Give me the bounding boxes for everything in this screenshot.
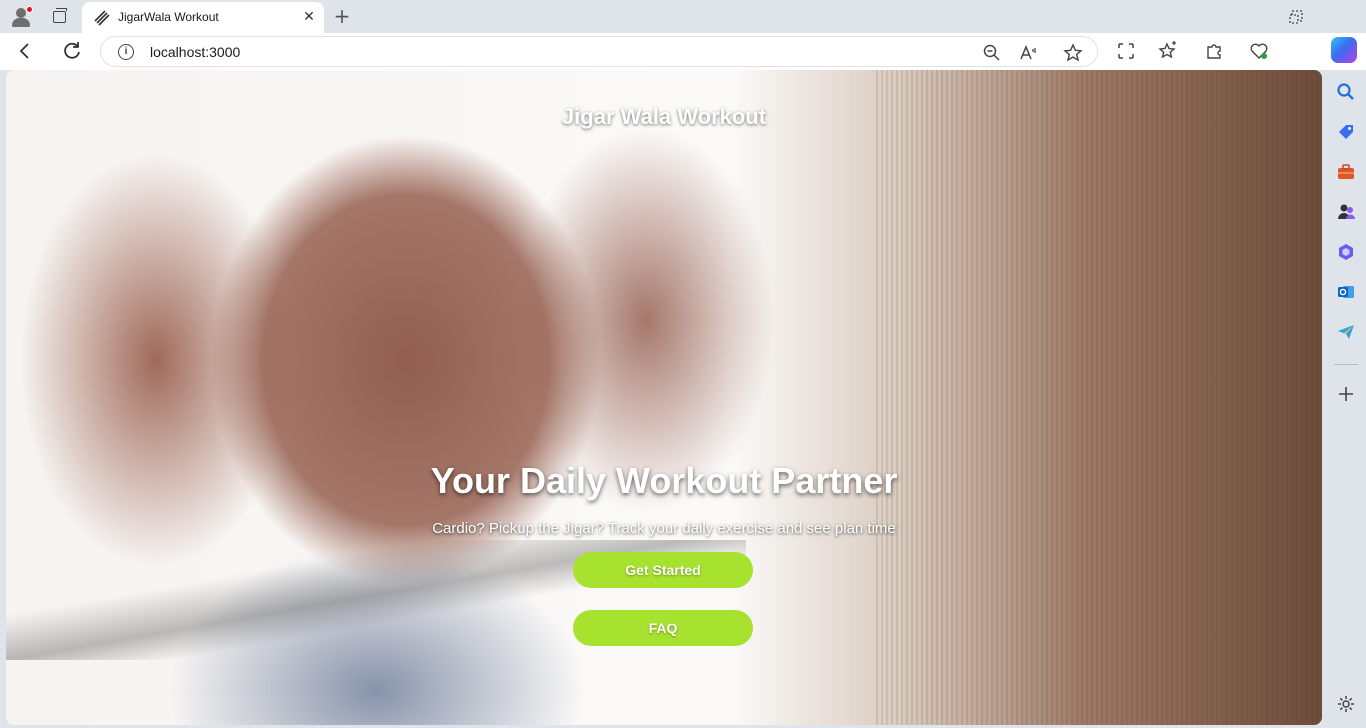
hero-subtitle: Cardio? Pickup the Jigar? Track your dai…	[432, 520, 896, 537]
back-icon[interactable]	[13, 39, 37, 63]
outlook-icon[interactable]	[1336, 282, 1356, 302]
extensions-icon[interactable]	[1204, 41, 1224, 61]
hero-background-image	[876, 70, 1322, 725]
m365-icon[interactable]	[1336, 242, 1356, 262]
notification-dot	[26, 6, 33, 13]
favicon-icon	[94, 10, 110, 26]
telegram-icon[interactable]	[1336, 322, 1356, 342]
get-started-button[interactable]: Get Started	[573, 552, 753, 588]
tab-strip: JigarWala Workout ✕ +	[0, 0, 1366, 33]
new-tab-button[interactable]: +	[332, 6, 352, 26]
address-bar[interactable]: i localhost:3000	[100, 36, 1098, 67]
profile-avatar-icon[interactable]	[10, 6, 33, 28]
refresh-icon[interactable]	[60, 39, 84, 63]
favorites-icon[interactable]	[1158, 41, 1178, 61]
tab-actions-icon[interactable]	[50, 7, 70, 27]
favorite-star-icon[interactable]	[1063, 43, 1083, 63]
faq-button[interactable]: FAQ	[573, 610, 753, 646]
zoom-out-icon[interactable]	[982, 43, 1002, 63]
restore-window-icon[interactable]	[1287, 8, 1305, 26]
tab-close-icon[interactable]: ✕	[301, 9, 317, 25]
site-title[interactable]: Jigar Wala Workout	[6, 104, 1322, 130]
settings-icon[interactable]	[1336, 694, 1356, 714]
add-icon[interactable]	[1336, 384, 1356, 404]
tab-title: JigarWala Workout	[118, 10, 219, 24]
split-screen-icon[interactable]	[1116, 41, 1136, 61]
read-aloud-icon[interactable]	[1018, 43, 1038, 63]
browser-sidebar	[1326, 70, 1366, 728]
tools-icon[interactable]	[1336, 162, 1356, 182]
sidebar-separator	[1334, 364, 1358, 365]
people-icon[interactable]	[1336, 202, 1356, 222]
browser-toolbar: i localhost:3000	[0, 33, 1366, 70]
copilot-icon[interactable]	[1331, 37, 1357, 63]
search-icon[interactable]	[1336, 82, 1356, 102]
shopping-tag-icon[interactable]	[1336, 122, 1356, 142]
page-viewport: Jigar Wala Workout Your Daily Workout Pa…	[6, 70, 1322, 725]
browser-essentials-icon[interactable]	[1249, 41, 1269, 61]
active-tab[interactable]: JigarWala Workout ✕	[82, 2, 324, 33]
site-info-icon[interactable]: i	[118, 44, 134, 60]
hero-heading: Your Daily Workout Partner	[430, 460, 898, 501]
url-text[interactable]: localhost:3000	[150, 44, 240, 60]
